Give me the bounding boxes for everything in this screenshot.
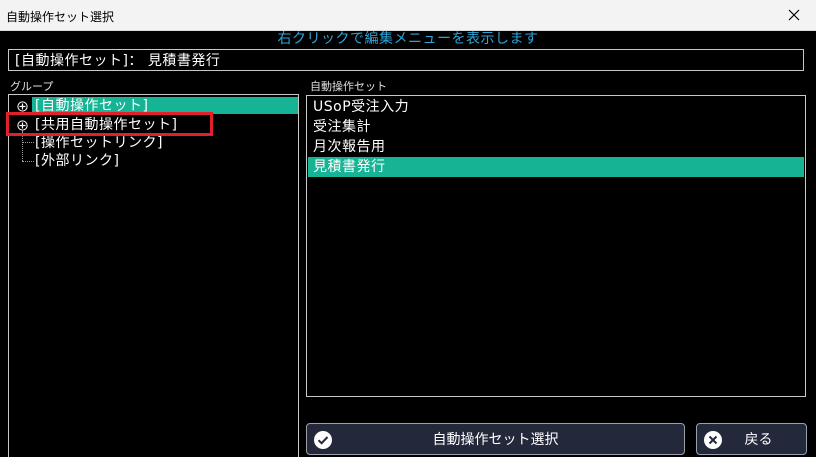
close-icon <box>788 9 800 21</box>
close-button[interactable] <box>772 0 816 30</box>
highlight-annotation-box <box>6 112 213 136</box>
set-panel-label: 自動操作セット <box>310 80 387 93</box>
tree-item-operation-set-links[interactable]: [操作セットリンク] <box>9 134 298 152</box>
context-menu-hint: 右クリックで編集メニューを表示します <box>277 31 539 47</box>
list-item[interactable]: 受注集計 <box>308 117 804 137</box>
tree-item-label: [外部リンク] <box>35 153 120 169</box>
current-selection-display: [自動操作セット]： 見積書発行 <box>8 49 804 71</box>
operation-set-list[interactable]: USoP受注入力 受注集計 月次報告用 見積書発行 <box>306 95 806 397</box>
expand-plus-icon[interactable] <box>17 101 28 112</box>
list-item-selected[interactable]: 見積書発行 <box>308 157 804 177</box>
group-tree-panel[interactable]: [自動操作セット] [共用自動操作セット] [操作セットリンク] [外部リンク] <box>8 94 299 457</box>
x-circle-icon <box>704 431 722 449</box>
select-button-label: 自動操作セット選択 <box>432 432 559 448</box>
group-panel-label: グループ <box>10 80 54 93</box>
title-bar: 自動操作セット選択 <box>0 0 816 31</box>
window-title: 自動操作セット選択 <box>6 10 115 24</box>
tree-item-label: [操作セットリンク] <box>35 135 163 151</box>
tree-item-external-links[interactable]: [外部リンク] <box>9 152 298 170</box>
select-operation-set-button[interactable]: 自動操作セット選択 <box>306 423 685 455</box>
list-item[interactable]: USoP受注入力 <box>308 97 804 117</box>
check-circle-icon <box>314 431 332 449</box>
back-button[interactable]: 戻る <box>696 423 807 455</box>
list-item[interactable]: 月次報告用 <box>308 137 804 157</box>
